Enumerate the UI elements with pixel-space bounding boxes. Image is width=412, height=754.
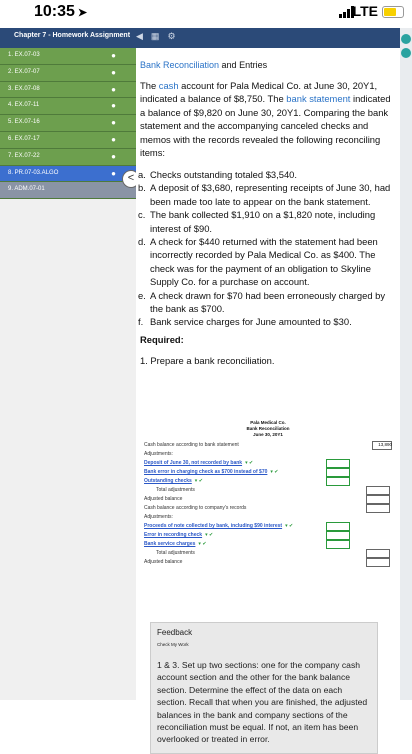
sidebar-item-9[interactable]: 9. ADM.07-01 [0, 182, 136, 200]
adjusted-balance-field[interactable] [366, 558, 390, 567]
amount-field[interactable] [326, 540, 350, 549]
status-dot-icon: ● [111, 151, 116, 161]
total-field[interactable] [366, 486, 390, 495]
table-row: Cash balance according to company's reco… [140, 504, 396, 513]
table-row: Deposit of June 30, not recorded by bank… [140, 459, 396, 468]
adjustment-select[interactable]: Deposit of June 30, not recorded by bank [144, 460, 242, 466]
adjustment-select[interactable]: Proceeds of note collected by bank, incl… [144, 523, 282, 529]
list-item: e. A check drawn for $70 had been erroneo… [138, 289, 386, 315]
status-dot-icon: ● [111, 134, 116, 144]
list-item: b. A deposit of $3,680, representing rece… [138, 182, 391, 207]
feedback-panel: Feedback Check My Work 1 & 3. Set up two… [150, 622, 378, 754]
back-icon[interactable]: ◀ [136, 31, 143, 42]
recon-date: June 30, 20Y1 [253, 432, 283, 437]
sidebar-item-6[interactable]: 6. EX.07-17 ● [0, 131, 136, 149]
status-dot-icon: ● [111, 67, 116, 77]
status-dot-icon: ● [111, 168, 116, 178]
check-my-work-label: Check My Work [157, 642, 189, 647]
amount-field[interactable] [326, 522, 350, 531]
battery-icon [382, 6, 404, 18]
assignment-title: Chapter 7 - Homework Assignment [14, 32, 131, 39]
status-time: 10:35 ➤ [34, 3, 88, 20]
list-item: d. A check for $440 returned with the sta… [138, 236, 378, 288]
amount-field[interactable] [326, 531, 350, 540]
check-icon: ▾ ✔ [198, 541, 207, 547]
status-bar: 10:35 ➤ LTE [0, 0, 412, 28]
assignment-sidebar: 1. EX.07-03 ● 2. EX.07-07 ● 3. EX.07-08 ● 4… [0, 48, 136, 700]
check-icon: ▾ ✔ [245, 460, 254, 466]
table-row: Outstanding checks ▾ ✔ [140, 477, 396, 486]
feedback-heading: Feedback [157, 628, 193, 637]
table-row: Proceeds of note collected by bank, incl… [140, 522, 396, 531]
sidebar-item-4[interactable]: 4. EX.07-11 ● [0, 98, 136, 116]
table-row: Total adjustments [140, 486, 396, 495]
network-label: LTE [352, 3, 378, 19]
feedback-text: 1 & 3. Set up two sections: one for the … [157, 660, 368, 745]
sidebar-item-2[interactable]: 2. EX.07-07 ● [0, 64, 136, 82]
table-row: Bank error in charging check as $700 ins… [140, 468, 396, 477]
adjustment-select[interactable]: Bank error in charging check as $700 ins… [144, 469, 267, 475]
reconciling-items: a. Checks outstanding totaled $3,540. b. A… [138, 168, 395, 368]
bank-statement-link[interactable]: bank statement [286, 93, 350, 104]
status-dot-icon: ● [111, 118, 116, 128]
sidebar-item-3[interactable]: 3. EX.07-08 ● [0, 81, 136, 99]
cash-link[interactable]: cash [159, 80, 179, 91]
table-row: Bank service charges ▾ ✔ [140, 540, 396, 549]
table-row: Cash balance according to bank statement… [144, 441, 392, 450]
status-dot-icon: ● [111, 84, 116, 94]
question-1: 1. Prepare a bank reconciliation. [140, 355, 275, 367]
status-dot-icon: ● [111, 101, 116, 111]
list-item: c. The bank collected $1,910 on a $1,820 … [138, 209, 376, 234]
problem-content: Bank Reconciliation and Entries The cash… [136, 48, 400, 754]
table-row: Adjusted balance [140, 558, 396, 567]
table-row: Adjustments: [144, 451, 173, 457]
check-icon: ▾ ✔ [205, 532, 214, 538]
amount-field[interactable] [326, 459, 350, 468]
problem-intro: The cash account for Pala Medical Co. at… [140, 80, 391, 159]
adjustment-select[interactable]: Outstanding checks [144, 478, 192, 484]
bank-reconciliation-form: Pala Medical Co. Bank Reconciliation Jun… [140, 420, 396, 620]
problem-title: Bank Reconciliation and Entries [140, 60, 268, 70]
adjustment-select[interactable]: Error in recording check [144, 532, 202, 538]
total-field[interactable] [366, 549, 390, 558]
adjustment-select[interactable]: Bank service charges [144, 541, 195, 547]
check-icon: ▾ ✔ [285, 523, 294, 529]
settings-icon[interactable]: ⚙ [167, 31, 175, 42]
sidebar-item-5[interactable]: 5. EX.07-16 ● [0, 115, 136, 132]
check-icon: ▾ ✔ [194, 478, 203, 484]
company-balance-field[interactable] [366, 504, 390, 513]
header-toolbar: ◀ ▦ ⚙ [136, 31, 176, 42]
assignment-header: Chapter 7 - Homework Assignment ◀ ▦ ⚙ [0, 28, 400, 48]
info-icon[interactable] [401, 48, 411, 58]
status-dot-icon: ● [111, 51, 116, 60]
check-icon: ▾ ✔ [270, 469, 279, 475]
adjusted-balance-field[interactable] [366, 495, 390, 504]
sidebar-item-7[interactable]: 7. EX.07-22 ● [0, 148, 136, 166]
required-heading: Required: [140, 333, 184, 345]
list-item: a. Checks outstanding totaled $3,540. [138, 169, 297, 180]
right-edge-panel [400, 28, 412, 700]
table-row: Adjusted balance [140, 495, 396, 504]
sidebar-item-8[interactable]: 8. PR.07-03.ALGO ● [0, 165, 136, 183]
list-item: f. Bank service charges for June amounted… [138, 316, 352, 328]
grid-icon[interactable]: ▦ [151, 31, 160, 42]
amount-field[interactable] [326, 468, 350, 477]
help-icon[interactable] [401, 34, 411, 44]
table-row: Adjustments: [144, 514, 173, 520]
chevron-left-icon: < [127, 172, 135, 184]
amount-field[interactable] [326, 477, 350, 486]
sidebar-item-1[interactable]: 1. EX.07-03 ● [0, 48, 136, 65]
table-row: Total adjustments [140, 549, 396, 558]
location-arrow-icon: ➤ [77, 7, 88, 19]
table-row: Error in recording check ▾ ✔ [140, 531, 396, 540]
